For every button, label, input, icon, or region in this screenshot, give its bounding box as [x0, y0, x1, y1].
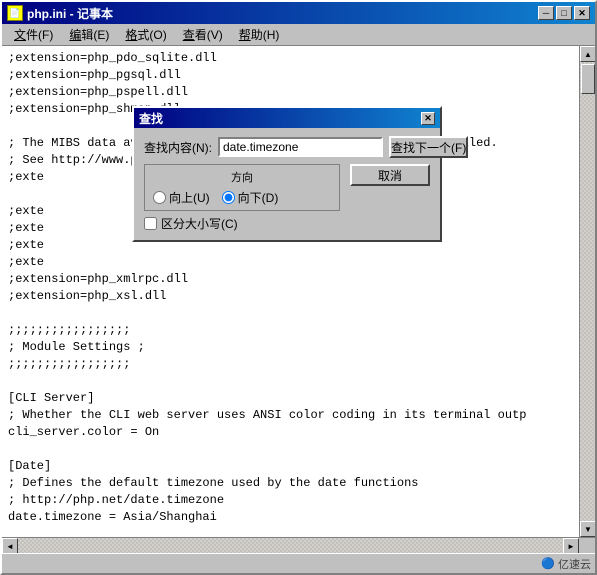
text-line: ;extension=php_pdo_sqlite.dll	[8, 50, 573, 67]
find-input[interactable]	[218, 137, 383, 157]
radio-row: 向上(U) 向下(D)	[153, 189, 331, 206]
title-bar: 📄 php.ini - 记事本 ─ □ ✕	[2, 2, 595, 24]
dialog-title-bar: 查找 ✕	[134, 108, 440, 128]
app-icon: 📄	[7, 5, 23, 21]
close-button[interactable]: ✕	[574, 6, 590, 20]
vertical-scrollbar[interactable]: ▲ ▼	[579, 46, 595, 537]
text-line: [CLI Server]	[8, 390, 573, 407]
menu-file[interactable]: 文件(F)	[6, 24, 61, 45]
title-bar-left: 📄 php.ini - 记事本	[7, 5, 113, 22]
text-line: ; http://php.net/date.timezone	[8, 492, 573, 509]
up-radio[interactable]	[153, 191, 166, 204]
content-area: ;extension=php_pdo_sqlite.dll ;extension…	[2, 46, 595, 537]
scroll-thumb[interactable]	[581, 64, 595, 94]
dialog-right: 取消	[350, 164, 430, 232]
text-line	[8, 305, 573, 322]
scroll-h-track[interactable]	[18, 538, 563, 553]
scrollbar-corner	[579, 538, 595, 554]
dialog-section: 方向 向上(U) 向下(D)	[144, 164, 430, 232]
down-radio[interactable]	[222, 191, 235, 204]
up-label: 向上(U)	[169, 189, 210, 206]
status-bar: 🔵 亿速云	[2, 553, 595, 573]
text-line: ;extension=php_xsl.dll	[8, 288, 573, 305]
text-line: cli_server.color = On	[8, 424, 573, 441]
scroll-down-button[interactable]: ▼	[580, 521, 595, 537]
text-line: ;extension=php_pgsql.dll	[8, 67, 573, 84]
title-buttons: ─ □ ✕	[538, 6, 590, 20]
scroll-up-button[interactable]: ▲	[580, 46, 595, 62]
watermark: 🔵 亿速云	[541, 556, 591, 572]
case-checkbox[interactable]	[144, 217, 157, 230]
find-row: 查找内容(N): 查找下一个(F)	[144, 136, 430, 158]
text-line: ; Defines the default timezone used by t…	[8, 475, 573, 492]
menu-bar: 文件(F) 编辑(E) 格式(O) 查看(V) 帮助(H)	[2, 24, 595, 46]
horizontal-scrollbar[interactable]: ◄ ►	[2, 538, 579, 553]
watermark-icon: 🔵	[541, 557, 555, 570]
text-line: ;extension=php_xmlrpc.dll	[8, 271, 573, 288]
horizontal-scrollbar-container: ◄ ►	[2, 537, 595, 553]
text-line	[8, 526, 573, 537]
down-radio-label[interactable]: 向下(D)	[222, 189, 279, 206]
dialog-close-button[interactable]: ✕	[421, 112, 435, 125]
find-label: 查找内容(N):	[144, 139, 212, 156]
menu-format[interactable]: 格式(O)	[117, 24, 174, 45]
text-line: ; Module Settings ;	[8, 339, 573, 356]
text-line	[8, 373, 573, 390]
window-title: php.ini - 记事本	[27, 5, 113, 22]
text-line: ;extension=php_pspell.dll	[8, 84, 573, 101]
dialog-left: 方向 向上(U) 向下(D)	[144, 164, 340, 232]
case-row: 区分大小写(C)	[144, 215, 340, 232]
menu-view[interactable]: 查看(V)	[175, 24, 231, 45]
dialog-title-text: 查找	[139, 110, 163, 127]
find-dialog: 查找 ✕ 查找内容(N): 查找下一个(F) 方向	[132, 106, 442, 242]
cancel-button[interactable]: 取消	[350, 164, 430, 186]
dialog-body: 查找内容(N): 查找下一个(F) 方向 向上(U)	[134, 128, 440, 240]
text-line: ;exte	[8, 254, 573, 271]
watermark-text: 亿速云	[558, 556, 591, 572]
case-label[interactable]: 区分大小写(C)	[161, 215, 238, 232]
text-line	[8, 441, 573, 458]
down-label: 向下(D)	[238, 189, 279, 206]
text-line: ;;;;;;;;;;;;;;;;;	[8, 322, 573, 339]
direction-title: 方向	[153, 169, 331, 185]
scroll-left-button[interactable]: ◄	[2, 538, 18, 554]
main-window: 📄 php.ini - 记事本 ─ □ ✕ 文件(F) 编辑(E) 格式(O) …	[0, 0, 597, 575]
text-line: ; Whether the CLI web server uses ANSI c…	[8, 407, 573, 424]
up-radio-label[interactable]: 向上(U)	[153, 189, 210, 206]
scroll-right-button[interactable]: ►	[563, 538, 579, 554]
find-next-button[interactable]: 查找下一个(F)	[389, 136, 468, 158]
scroll-track[interactable]	[580, 62, 595, 521]
text-line: [Date]	[8, 458, 573, 475]
direction-group: 方向 向上(U) 向下(D)	[144, 164, 340, 211]
text-line: date.timezone = Asia/Shanghai	[8, 509, 573, 526]
menu-help[interactable]: 帮助(H)	[231, 24, 288, 45]
text-line: ;;;;;;;;;;;;;;;;;	[8, 356, 573, 373]
menu-edit[interactable]: 编辑(E)	[61, 24, 117, 45]
minimize-button[interactable]: ─	[538, 6, 554, 20]
maximize-button[interactable]: □	[556, 6, 572, 20]
